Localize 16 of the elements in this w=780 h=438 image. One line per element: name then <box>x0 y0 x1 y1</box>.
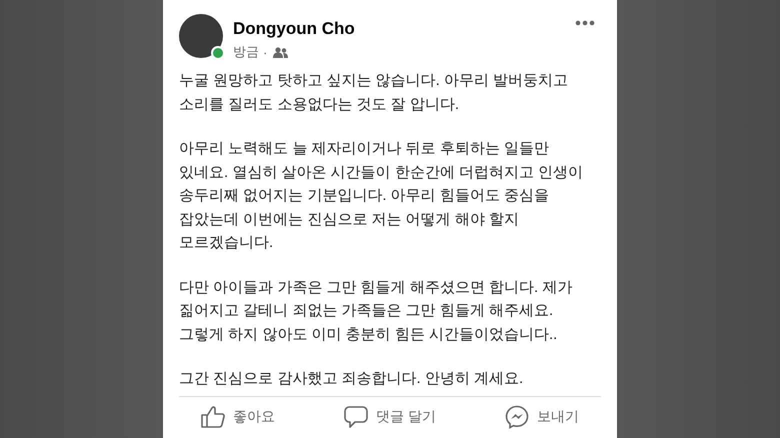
post-paragraph: 아무리 노력해도 늘 제자리이거나 뒤로 후퇴하는 일들만 있네요. 열심히 살아온 시간들이 한순간에 더럽혀지고 인생이 송두리째 없어지는 기분입니다. 아무리 힘들어도 중심을 잡았는데 이번에는 진심으로 저는 어떻게 해야 할지 모르겠습니다. <box>179 139 584 253</box>
thumbs-up-icon <box>201 406 225 428</box>
post-paragraph: 그간 진심으로 감사했고 죄송합니다. 안녕히 계세요. <box>179 369 524 389</box>
like-button[interactable]: 좋아요 <box>201 401 275 433</box>
author-name[interactable]: Dongyoun Cho <box>233 19 355 39</box>
comment-button[interactable]: 댓글 달기 <box>344 401 436 433</box>
post-paragraph: 누굴 원망하고 탓하고 싶지는 않습니다. 아무리 발버둥치고 소리를 질러도 소용없다는 것도 잘 압니다. <box>179 71 570 114</box>
avatar[interactable] <box>179 14 223 58</box>
post-time[interactable]: 방금 <box>233 43 259 61</box>
more-icon[interactable] <box>575 20 595 26</box>
messenger-icon <box>504 405 529 429</box>
post-paragraph: 다만 아이들과 가족은 그만 힘들게 해주셨으면 합니다. 제가 짊어지고 갈테니 죄없는 가족들은 그만 힘들게 해주세요. 그렇게 하지 않아도 이미 충분히 힘든 시간들이었습니다.. <box>179 278 574 344</box>
friends-icon <box>273 46 288 58</box>
separator: · <box>263 44 268 60</box>
speech-bubble-icon <box>344 406 368 428</box>
send-button[interactable]: 보내기 <box>504 401 579 433</box>
